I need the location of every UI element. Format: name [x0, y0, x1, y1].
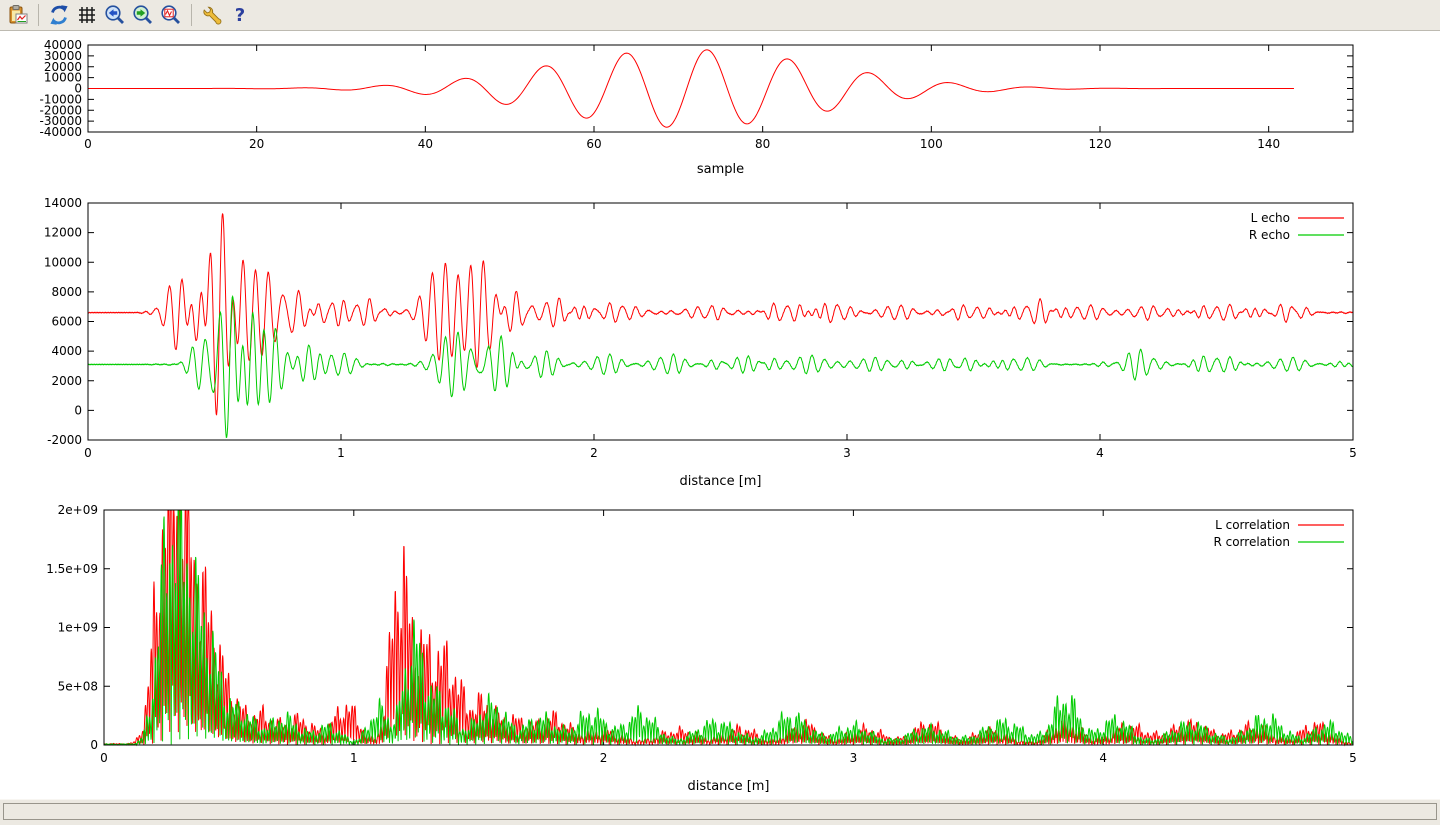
grid-button[interactable] — [74, 2, 100, 28]
pulse-chart-canvas[interactable]: 020406080100120140400003000020000100000-… — [0, 33, 1440, 198]
copy-plot-button[interactable] — [5, 2, 31, 28]
legend-label: L echo — [1251, 211, 1290, 225]
x-tick-label: 1 — [350, 751, 358, 765]
toolbar-separator — [191, 4, 192, 26]
legend-label: R echo — [1249, 228, 1290, 242]
x-tick-label: 1 — [337, 446, 345, 460]
x-tick-label: 5 — [1349, 751, 1357, 765]
zoom-previous-button[interactable] — [102, 2, 128, 28]
y-tick-label: 0 — [90, 738, 98, 752]
y-tick-label: 10000 — [44, 255, 82, 269]
legend-label: L correlation — [1215, 518, 1290, 532]
y-tick-label: 14000 — [44, 196, 82, 210]
x-axis-label: distance [m] — [679, 474, 761, 489]
y-tick-label: 12000 — [44, 226, 82, 240]
copy-plot-icon — [7, 4, 29, 26]
plot-area: 020406080100120140400003000020000100000-… — [0, 32, 1440, 800]
y-tick-label: 8000 — [51, 285, 82, 299]
zoom-previous-icon — [104, 4, 126, 26]
series-l-correlation — [104, 510, 1353, 745]
status-bar-panel — [3, 803, 1437, 820]
x-tick-label: 120 — [1089, 137, 1112, 151]
echo-chart-canvas[interactable]: 01234514000120001000080006000400020000-2… — [0, 190, 1440, 495]
x-tick-label: 20 — [249, 137, 264, 151]
y-tick-label: 1.5e+09 — [46, 562, 98, 576]
x-tick-label: 2 — [590, 446, 598, 460]
zoom-next-button[interactable] — [130, 2, 156, 28]
y-tick-label: 2000 — [51, 374, 82, 388]
grid-icon — [76, 4, 98, 26]
y-tick-label: 4000 — [51, 344, 82, 358]
x-tick-label: 60 — [586, 137, 601, 151]
x-tick-label: 3 — [843, 446, 851, 460]
correlation-chart-canvas[interactable]: 0 1 2 3 4 5 2e+09 1.5e+09 1e+09 5e+08 0 distance [m… — [0, 497, 1440, 807]
x-tick-label: 0 — [100, 751, 108, 765]
x-tick-label: 0 — [84, 446, 92, 460]
x-tick-label: 140 — [1257, 137, 1280, 151]
series-pulse — [88, 50, 1294, 127]
y-tick-label: 2e+09 — [58, 503, 98, 517]
x-axis-label: sample — [697, 162, 744, 177]
x-tick-label: 3 — [850, 751, 858, 765]
toolbar: ? — [0, 0, 1440, 31]
x-tick-label: 4 — [1099, 751, 1107, 765]
x-tick-label: 4 — [1096, 446, 1104, 460]
y-tick-label: 6000 — [51, 315, 82, 329]
help-button[interactable]: ? — [227, 2, 253, 28]
series-l-echo — [88, 213, 1353, 414]
replot-icon — [48, 4, 70, 26]
legend-label: R correlation — [1213, 535, 1290, 549]
x-tick-label: 40 — [418, 137, 433, 151]
y-tick-label: -2000 — [47, 433, 82, 447]
gnuplot-window: ? 02040608010012014040000300002000010000… — [0, 0, 1440, 825]
series-r-correlation — [104, 510, 1353, 745]
configure-button[interactable] — [199, 2, 225, 28]
toolbar-separator — [38, 4, 39, 26]
x-tick-label: 80 — [755, 137, 770, 151]
series-r-echo — [88, 296, 1353, 437]
x-tick-label: 5 — [1349, 446, 1357, 460]
status-bar — [0, 799, 1440, 825]
configure-icon — [201, 4, 223, 26]
help-icon: ? — [235, 5, 245, 26]
x-axis-label: distance [m] — [687, 779, 769, 794]
x-tick-label: 0 — [84, 137, 92, 151]
x-tick-label: 100 — [920, 137, 943, 151]
y-tick-label: -40000 — [39, 125, 82, 139]
autoscale-button[interactable] — [158, 2, 184, 28]
replot-button[interactable] — [46, 2, 72, 28]
zoom-next-icon — [132, 4, 154, 26]
y-tick-label: 5e+08 — [58, 679, 98, 693]
x-tick-label: 2 — [600, 751, 608, 765]
y-tick-label: 1e+09 — [58, 621, 98, 635]
y-tick-label: 0 — [74, 403, 82, 417]
autoscale-icon — [160, 4, 182, 26]
